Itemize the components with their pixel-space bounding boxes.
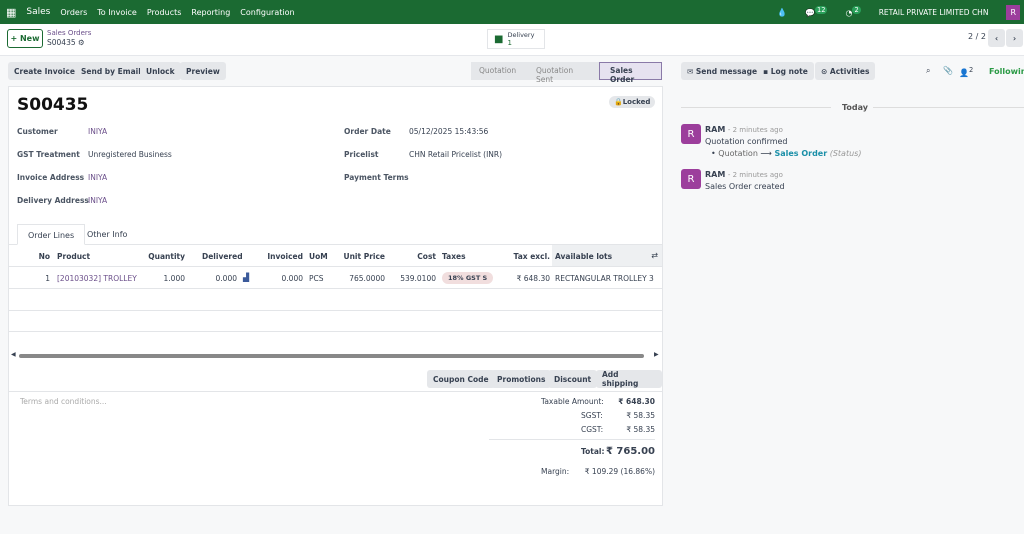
author-avatar[interactable]: R [681, 124, 701, 144]
menu-products[interactable]: Products [147, 8, 182, 17]
scroll-right-icon[interactable]: ▶ [654, 351, 659, 358]
clock-icon: ⊙ [821, 67, 830, 76]
invoice-address-label: Invoice Address [17, 173, 84, 182]
status-quotation[interactable]: Quotation [471, 62, 528, 80]
pricelist-label: Pricelist [344, 150, 379, 159]
droplet-icon[interactable]: 💧 [777, 8, 787, 17]
coupon-code-button[interactable]: Coupon Code [427, 370, 495, 388]
breadcrumb-current: S00435 ⚙ [47, 38, 85, 47]
order-date-label: Order Date [344, 127, 391, 136]
paperclip-icon[interactable]: 📎 [943, 66, 953, 75]
column-settings-icon[interactable]: ⇄ [651, 251, 658, 260]
messages-icon[interactable]: 💬12 [805, 6, 827, 18]
gst-treatment-field[interactable]: Unregistered Business [88, 150, 172, 159]
menu-configuration[interactable]: Configuration [240, 8, 294, 17]
top-navbar: ▦ Sales Orders To Invoice Products Repor… [0, 0, 1024, 24]
form-sheet: S00435 🔒Locked Customer INIYA GST Treatm… [8, 86, 663, 506]
discount-button[interactable]: Discount [548, 370, 597, 388]
empty-row [9, 331, 662, 332]
divider [681, 107, 831, 108]
locked-badge: 🔒Locked [609, 96, 655, 108]
activities-button[interactable]: ⊙ Activities [815, 62, 875, 80]
note-icon: ▪ [763, 67, 771, 76]
create-invoice-button[interactable]: Create Invoice [8, 62, 81, 80]
scroll-left-icon[interactable]: ◀ [11, 351, 16, 358]
log-note-button[interactable]: ▪ Log note [757, 62, 814, 80]
menu-orders[interactable]: Orders [60, 8, 87, 17]
date-separator: Today [842, 103, 868, 112]
gear-icon[interactable]: ⚙ [78, 38, 85, 47]
totals: Taxable Amount:₹ 648.30 SGST:₹ 58.35 CGS… [489, 397, 655, 476]
tax-badge[interactable]: 18% GST S [442, 272, 493, 284]
forecast-chart-icon[interactable]: ▟ [243, 273, 249, 282]
delivery-address-label: Delivery Address [17, 196, 89, 205]
status-quotation-sent[interactable]: Quotation Sent [528, 62, 599, 80]
table-header: No Product Quantity Delivered Invoiced U… [9, 245, 662, 267]
breadcrumb-sales-orders[interactable]: Sales Orders [47, 29, 91, 37]
divider [9, 391, 662, 392]
preview-button[interactable]: Preview [180, 62, 226, 80]
author-avatar[interactable]: R [681, 169, 701, 189]
following-button[interactable]: Following [989, 67, 1024, 76]
pager[interactable]: 2 / 2 [968, 32, 986, 41]
chatter: ✉ Send message ▪ Log note ⊙ Activities ⌕… [670, 56, 1024, 534]
status-sales-order[interactable]: Sales Order [599, 62, 662, 80]
tab-order-lines[interactable]: Order Lines [17, 224, 85, 245]
control-panel: + New Sales Orders S00435 ⚙ ■ Delivery1 … [0, 24, 1024, 56]
pricelist-field[interactable]: CHN Retail Pricelist (INR) [409, 150, 502, 159]
customer-field[interactable]: INIYA [88, 127, 107, 136]
record-title: S00435 [17, 95, 88, 115]
new-button[interactable]: + New [7, 29, 43, 48]
terms-input[interactable]: Terms and conditions... [20, 397, 107, 406]
tab-other-info[interactable]: Other Info [87, 230, 127, 239]
delivery-smart-button[interactable]: ■ Delivery1 [487, 29, 545, 49]
followers-icon[interactable]: 👤2 [959, 66, 973, 78]
promotions-button[interactable]: Promotions [491, 370, 551, 388]
customer-label: Customer [17, 127, 58, 136]
company-name[interactable]: RETAIL PRIVATE LIMITED CHN [879, 8, 989, 17]
send-by-email-button[interactable]: Send by Email [75, 62, 147, 80]
user-avatar[interactable]: R [1006, 5, 1020, 20]
menu-to-invoice[interactable]: To Invoice [97, 8, 137, 17]
apps-menu-icon[interactable]: ▦ [6, 6, 16, 19]
unlock-button[interactable]: Unlock [140, 62, 181, 80]
send-message-button[interactable]: ✉ Send message [681, 62, 763, 80]
truck-icon: ■ [494, 34, 503, 45]
app-name[interactable]: Sales [26, 7, 50, 17]
activities-icon[interactable]: ◔2 [845, 6, 860, 18]
add-shipping-button[interactable]: Add shipping [596, 370, 662, 388]
message: R RAM - 2 minutes ago Sales Order create… [681, 169, 701, 189]
menu-reporting[interactable]: Reporting [191, 8, 230, 17]
table-row[interactable]: 1 [20103032] TROLLEY 1.000 0.000 ▟ 0.000… [9, 267, 662, 289]
status-bar: Quotation Quotation Sent Sales Order [471, 62, 662, 80]
payment-terms-label: Payment Terms [344, 173, 409, 182]
horizontal-scrollbar[interactable] [19, 354, 644, 358]
envelope-icon: ✉ [687, 67, 696, 76]
delivery-address-field[interactable]: INIYA [88, 196, 107, 205]
order-date-field[interactable]: 05/12/2025 15:43:56 [409, 127, 488, 136]
prev-record-button[interactable]: ‹ [988, 29, 1005, 47]
divider [873, 107, 1024, 108]
gst-treatment-label: GST Treatment [17, 150, 80, 159]
empty-row [9, 310, 662, 311]
search-icon[interactable]: ⌕ [926, 66, 930, 76]
next-record-button[interactable]: › [1006, 29, 1023, 47]
message: R RAM - 2 minutes ago Quotation confirme… [681, 124, 701, 144]
invoice-address-field[interactable]: INIYA [88, 173, 107, 182]
